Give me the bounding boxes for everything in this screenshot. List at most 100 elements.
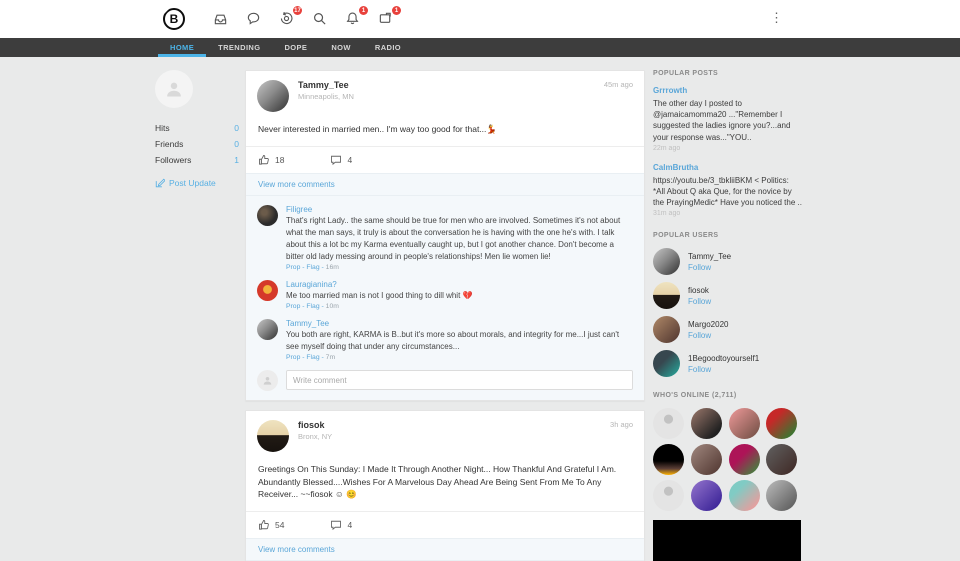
write-comment-input[interactable]	[286, 370, 633, 390]
popular-post: CalmBrutha https://youtu.be/3_tbkliiBKM …	[653, 163, 803, 218]
comment: Lauragianina? Me too married man is not …	[257, 280, 633, 310]
notifications-icon[interactable]: 1	[345, 11, 361, 27]
search-icon[interactable]	[312, 11, 328, 27]
site-logo[interactable]: B	[163, 8, 185, 30]
comment-text: You both are right, KARMA is B..but it's…	[286, 329, 633, 353]
ad-banner[interactable]	[653, 520, 801, 561]
popular-user-name[interactable]: fiosok	[688, 286, 711, 295]
thumbs-up-icon	[258, 154, 270, 166]
props-icon[interactable]: 17	[279, 11, 295, 27]
top-bar: B 17	[0, 0, 960, 38]
post-author-avatar[interactable]	[257, 80, 289, 112]
comment-action-links[interactable]: Prop - Flag -	[286, 303, 324, 310]
popular-user-name[interactable]: Tammy_Tee	[688, 252, 731, 261]
online-user-avatar[interactable]	[691, 408, 722, 439]
stat-friends[interactable]: Friends 0	[155, 136, 239, 152]
popular-user-avatar[interactable]	[653, 248, 680, 275]
comment-avatar[interactable]	[257, 280, 278, 301]
media-icon[interactable]: 1	[378, 11, 394, 27]
overflow-menu-icon[interactable]: ⋮	[770, 11, 783, 24]
stat-label: Friends	[155, 139, 183, 149]
like-button[interactable]: 18	[258, 154, 284, 166]
follow-link[interactable]: Follow	[688, 331, 728, 340]
online-user-avatar[interactable]	[691, 444, 722, 475]
online-user-avatar[interactable]	[766, 444, 797, 475]
comment-avatar[interactable]	[257, 205, 278, 226]
pencil-icon	[155, 178, 165, 188]
follow-link[interactable]: Follow	[688, 297, 711, 306]
popular-post-text[interactable]: https://youtu.be/3_tbkliiBKM < Politics:…	[653, 175, 803, 209]
like-count: 18	[275, 155, 284, 165]
tab-radio[interactable]: RADIO	[363, 38, 413, 57]
comment-action-links[interactable]: Prop - Flag -	[286, 354, 324, 361]
online-user-avatar[interactable]	[766, 480, 797, 511]
like-button[interactable]: 54	[258, 519, 284, 531]
like-count: 54	[275, 520, 284, 530]
popular-user-avatar[interactable]	[653, 316, 680, 343]
tab-trending[interactable]: TRENDING	[206, 38, 272, 57]
post-header: Tammy_Tee Minneapolis, MN 45m ago	[246, 71, 644, 119]
online-user-avatar[interactable]	[729, 408, 760, 439]
feed: Tammy_Tee Minneapolis, MN 45m ago Never …	[245, 70, 645, 561]
comment-author[interactable]: Filigree	[286, 205, 633, 214]
post-author-avatar[interactable]	[257, 420, 289, 452]
comment-button[interactable]: 4	[330, 154, 352, 166]
comment-count: 4	[347, 520, 352, 530]
comment-meta: Prop - Flag - 7m	[286, 354, 633, 361]
popular-user-avatar[interactable]	[653, 282, 680, 309]
inbox-icon[interactable]	[213, 11, 229, 27]
post-card: Tammy_Tee Minneapolis, MN 45m ago Never …	[245, 70, 645, 401]
online-user-avatar[interactable]	[729, 480, 760, 511]
popular-post-time: 31m ago	[653, 210, 803, 217]
tab-dope[interactable]: DOPE	[272, 38, 319, 57]
right-sidebar: POPULAR POSTS Grrrowth The other day I p…	[653, 70, 803, 561]
main-content: Hits 0 Friends 0 Followers 1 Post Update	[0, 57, 960, 561]
stat-hits[interactable]: Hits 0	[155, 120, 239, 136]
top-icons: 17 1 1	[213, 11, 394, 27]
follow-link[interactable]: Follow	[688, 263, 731, 272]
popular-user-name[interactable]: 1Begoodtoyourself1	[688, 354, 759, 363]
chat-icon[interactable]	[246, 11, 262, 27]
comment-author[interactable]: Tammy_Tee	[286, 319, 633, 328]
online-user-avatar[interactable]	[653, 444, 684, 475]
thumbs-up-icon	[258, 519, 270, 531]
post-header: fiosok Bronx, NY 3h ago	[246, 411, 644, 459]
online-user-avatar[interactable]	[653, 408, 684, 439]
view-more-comments-link[interactable]: View more comments	[246, 538, 644, 560]
post-author-location: Bronx, NY	[298, 432, 610, 441]
popular-user-avatar[interactable]	[653, 350, 680, 377]
post-author-block: fiosok Bronx, NY	[298, 420, 610, 441]
post-author-name[interactable]: fiosok	[298, 420, 610, 430]
post-author-location: Minneapolis, MN	[298, 92, 604, 101]
comment-action-links[interactable]: Prop - Flag -	[286, 264, 324, 271]
tab-home[interactable]: HOME	[158, 38, 206, 57]
stat-followers[interactable]: Followers 1	[155, 152, 239, 168]
comment: Filigree That's right Lady.. the same sh…	[257, 205, 633, 271]
online-user-avatar[interactable]	[691, 480, 722, 511]
popular-post-text[interactable]: The other day I posted to @jamaicamomma2…	[653, 98, 803, 143]
write-comment-row	[257, 370, 633, 391]
online-user-avatar[interactable]	[729, 444, 760, 475]
comment-avatar[interactable]	[257, 319, 278, 340]
comment-author[interactable]: Lauragianina?	[286, 280, 633, 289]
comment-button[interactable]: 4	[330, 519, 352, 531]
post-actions: 54 4	[246, 511, 644, 538]
follow-link[interactable]: Follow	[688, 365, 759, 374]
view-more-comments-link[interactable]: View more comments	[246, 173, 644, 195]
my-avatar[interactable]	[155, 70, 193, 108]
stat-label: Followers	[155, 155, 191, 165]
tab-now[interactable]: NOW	[319, 38, 363, 57]
comment: Tammy_Tee You both are right, KARMA is B…	[257, 319, 633, 361]
main-nav: HOME TRENDING DOPE NOW RADIO	[0, 38, 960, 57]
post-body-text: Never interested in married men.. I'm wa…	[246, 119, 644, 146]
online-user-avatar[interactable]	[653, 480, 684, 511]
media-badge: 1	[392, 6, 401, 15]
comment-time: 16m	[326, 264, 339, 271]
popular-post-author[interactable]: CalmBrutha	[653, 163, 803, 172]
popular-post-time: 22m ago	[653, 145, 803, 152]
online-user-avatar[interactable]	[766, 408, 797, 439]
post-author-name[interactable]: Tammy_Tee	[298, 80, 604, 90]
popular-post-author[interactable]: Grrrowth	[653, 86, 803, 95]
popular-user-name[interactable]: Margo2020	[688, 320, 728, 329]
post-update-button[interactable]: Post Update	[155, 178, 239, 188]
